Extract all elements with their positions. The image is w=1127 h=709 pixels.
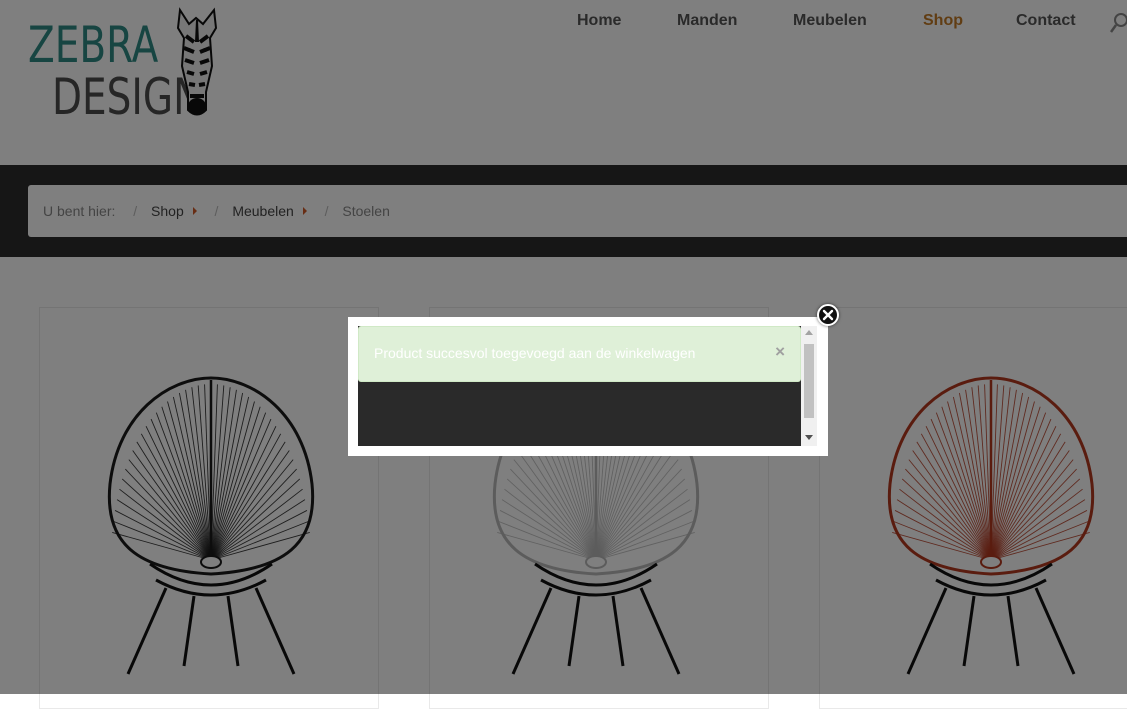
- modal-frame: Product succesvol toegevoegd aan de wink…: [358, 326, 817, 446]
- modal-scrollbar[interactable]: [801, 326, 817, 446]
- alert-dismiss-button[interactable]: ×: [775, 343, 785, 360]
- close-circle-icon[interactable]: [817, 304, 839, 326]
- scroll-up-arrow-icon[interactable]: [805, 330, 813, 335]
- success-alert: Product succesvol toegevoegd aan de wink…: [358, 326, 801, 382]
- scroll-thumb[interactable]: [804, 344, 814, 418]
- alert-message: Product succesvol toegevoegd aan de wink…: [374, 345, 696, 361]
- scroll-down-arrow-icon[interactable]: [805, 435, 813, 440]
- cart-modal: Product succesvol toegevoegd aan de wink…: [348, 317, 828, 456]
